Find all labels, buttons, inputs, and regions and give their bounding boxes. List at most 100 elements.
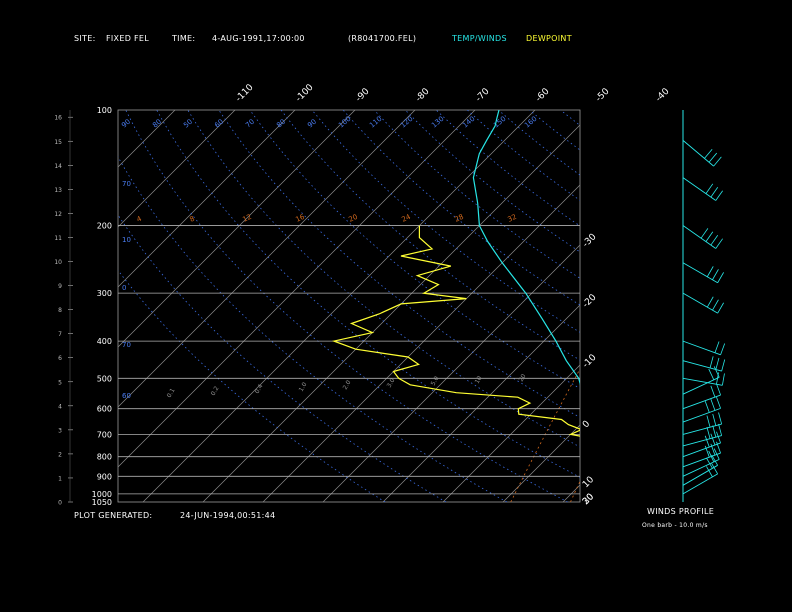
dry-adiabat-label-left: 60 [122, 392, 131, 400]
wind-barb-flag [706, 426, 711, 439]
wind-barb-flag [716, 383, 721, 396]
isotherm-line [142, 110, 536, 502]
pressure-tick-label: 300 [97, 289, 112, 298]
isotherm-label-top: -70 [474, 86, 492, 104]
wind-barb-flag [720, 343, 726, 355]
isotherm-line [202, 124, 580, 502]
isotherm-line [442, 364, 580, 502]
isotherm-label-right: 10 [581, 475, 596, 490]
dry-adiabat [342, 110, 580, 306]
dry-adiabat [654, 110, 792, 502]
plot-generated-value: 24-JUN-1994,00:51:44 [180, 511, 276, 520]
wind-barb-flag [700, 228, 709, 239]
wind-barb [682, 225, 717, 249]
barb-note: One barb - 10.0 m/s [642, 522, 708, 529]
isotherm-line [382, 304, 580, 502]
skewt-chart: 1002003004005006007008009001000105001234… [0, 82, 792, 507]
height-tick-label: 1 [58, 475, 62, 482]
mixing-ratio-label: 28 [453, 213, 464, 224]
wind-barb [682, 292, 718, 314]
wind-barb-flag [704, 401, 710, 413]
plot-frame [117, 109, 581, 503]
dry-adiabat-label: 80 [151, 118, 163, 130]
wind-barb-flag [704, 435, 710, 448]
isotherm-line [118, 110, 296, 288]
wind-barb-flag [713, 366, 720, 378]
dry-adiabat [118, 269, 386, 502]
wind-barb-flag [712, 299, 719, 311]
wind-barb-flag [715, 357, 720, 370]
wind-barb-flag [712, 425, 717, 438]
wind-barb-flag [710, 234, 719, 246]
wind-barb-flag [715, 190, 723, 201]
height-tick-label: 15 [54, 139, 62, 146]
pressure-tick-label: 1050 [92, 498, 112, 507]
isotherm-line [743, 110, 792, 502]
wind-barb-flag [706, 415, 711, 428]
isotherm-line [118, 110, 476, 468]
isotherm-label-right: 30 [581, 492, 596, 507]
height-tick-label: 4 [58, 403, 62, 410]
height-tick-label: 10 [54, 259, 62, 266]
isotherm-line [0, 110, 55, 502]
height-tick-label: 2 [58, 451, 62, 458]
dry-adiabat [560, 110, 580, 126]
pressure-tick-label: 100 [97, 106, 112, 115]
plot-generated-label: PLOT GENERATED: [74, 511, 153, 520]
wind-barb-flag [721, 373, 725, 386]
isotherm-label-right: -30 [581, 232, 599, 250]
wind-barb-flag [716, 431, 721, 444]
isotherm-line [683, 110, 792, 502]
winds-profile-title: WINDS PROFILE [647, 507, 715, 516]
moist-adiabat-label: 0.4 [254, 383, 265, 395]
dry-adiabat-label-left: 70 [122, 341, 131, 349]
dry-adiabat [498, 110, 580, 176]
height-tick-label: 14 [54, 163, 62, 170]
mixing-ratio-label: 12 [241, 213, 252, 224]
dry-adiabat [404, 110, 580, 253]
height-tick-label: 13 [54, 187, 62, 194]
mixing-ratio-label: 16 [294, 213, 306, 224]
mixing-ratio-line [608, 226, 741, 502]
dry-adiabat [118, 214, 447, 502]
wind-barb-flag [717, 302, 724, 314]
dry-adiabat-label-left: 70 [122, 180, 131, 188]
moist-adiabat-label: 3.0 [386, 377, 397, 389]
dry-adiabat [685, 110, 792, 502]
isotherm-line [118, 110, 176, 168]
wind-barb-flag [718, 412, 723, 425]
isotherm-line [322, 244, 580, 502]
moist-adiabat-label: 20 [518, 373, 528, 383]
dry-adiabat-label: 70 [244, 118, 256, 130]
height-tick-label: 5 [58, 379, 62, 386]
height-tick-label: 11 [54, 235, 62, 242]
mixing-ratio-label: 4 [135, 214, 143, 223]
mixing-ratio-label: 8 [188, 215, 195, 224]
height-tick-label: 6 [58, 355, 62, 362]
dry-adiabat [187, 110, 580, 448]
wind-barb-flag [705, 231, 714, 242]
dry-adiabat-label: 100 [337, 115, 352, 130]
dry-adiabat [156, 110, 580, 478]
wind-barb-flag [712, 269, 719, 280]
isotherm-label-top: -80 [414, 86, 432, 104]
isotherm-label-top: -50 [594, 86, 612, 104]
wind-barb [682, 177, 717, 201]
wind-barb-flag [721, 359, 726, 372]
height-tick-label: 8 [58, 307, 62, 314]
wind-barb-flag [716, 396, 721, 409]
isotherm-line [502, 424, 580, 502]
isotherm-line [118, 110, 356, 348]
dry-adiabat-label: 160 [523, 115, 538, 130]
temperature-trace [472, 110, 580, 386]
wind-barb-flag [715, 238, 723, 249]
isotherm-label-top: -110 [234, 82, 256, 104]
isotherm-label-right: -20 [581, 292, 599, 310]
wind-barb-flag [706, 266, 714, 277]
wind-barb-flag [704, 148, 713, 159]
wind-barb-flag [717, 272, 724, 283]
pressure-tick-label: 900 [97, 472, 112, 481]
isotherm-line [118, 110, 416, 408]
isotherm-label-top: -60 [534, 86, 552, 104]
height-tick-label: 16 [54, 115, 62, 122]
